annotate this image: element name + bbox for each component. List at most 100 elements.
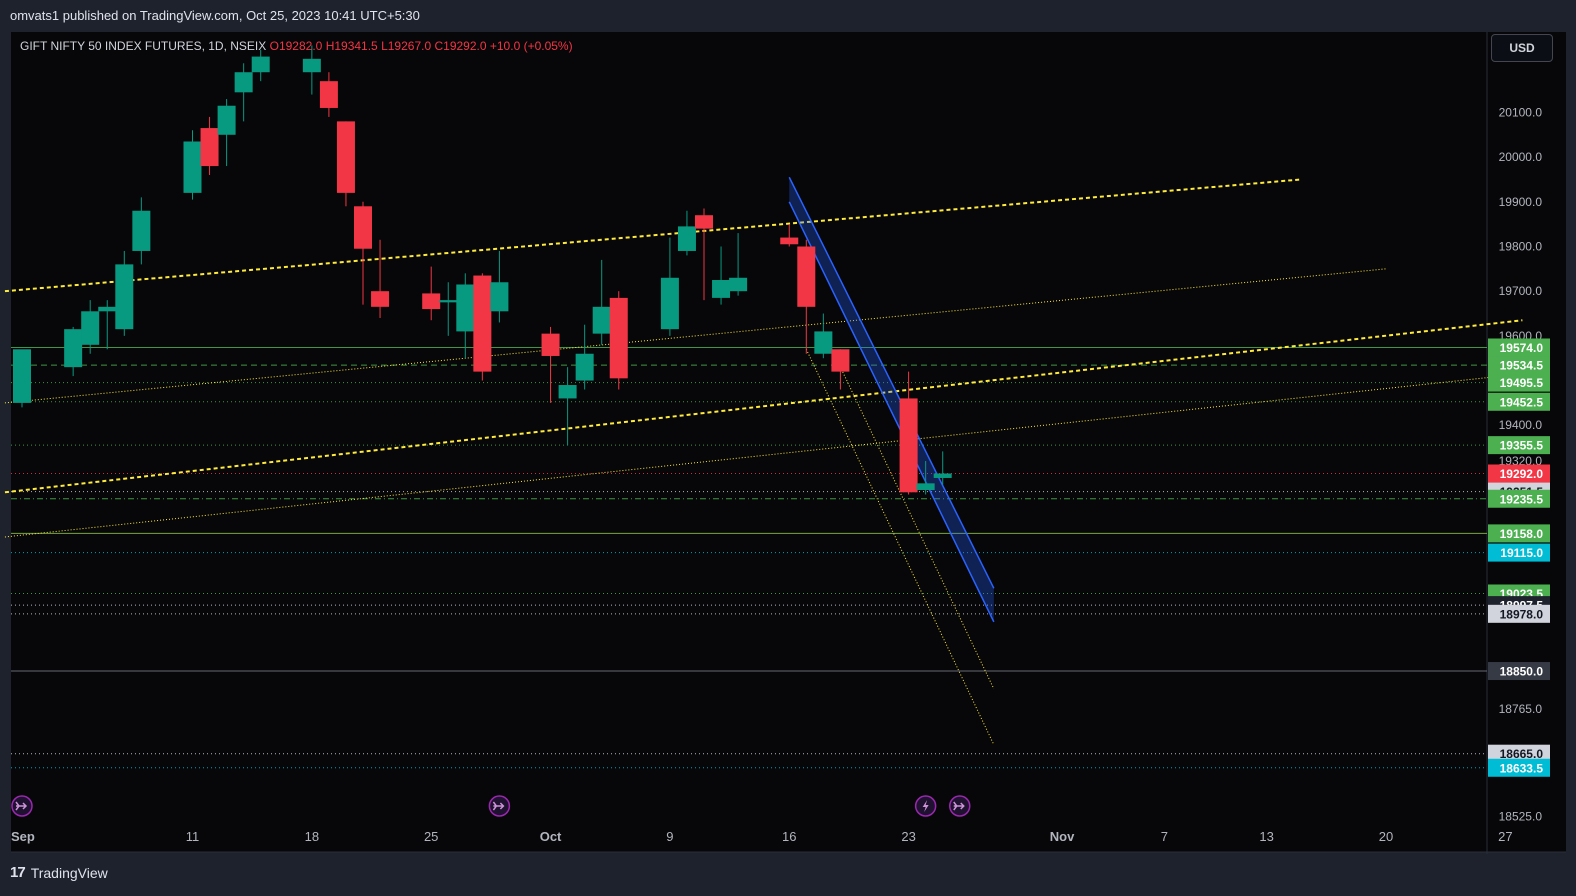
level-label-text: 19574.0 (1500, 341, 1544, 355)
legend-symbol: GIFT NIFTY 50 INDEX FUTURES, 1D, NSEIX (20, 39, 267, 53)
candle-body (183, 141, 202, 193)
level-label: 19574.0 (1488, 338, 1550, 357)
candle-body (439, 300, 458, 303)
split-icon (488, 795, 511, 817)
legend: GIFT NIFTY 50 INDEX FUTURES, 1D, NSEIX O… (20, 39, 573, 53)
candle-body (780, 237, 799, 245)
candle-body (200, 128, 219, 167)
candle-body (592, 306, 611, 334)
candle-body (81, 311, 100, 345)
level-label-text: 19355.5 (1500, 439, 1544, 453)
candle-body (371, 291, 390, 307)
candle (609, 291, 628, 390)
price-tick-label: 18525.0 (1499, 809, 1543, 823)
candle-body (933, 473, 952, 478)
candle-body (916, 483, 935, 491)
candle-body (490, 282, 509, 312)
level-label-text: 18850.0 (1500, 665, 1544, 679)
legend-change: +10.0 (+0.05%) (489, 39, 573, 53)
price-chart[interactable]: 20100.020000.019900.019800.019700.019600… (0, 0, 1576, 896)
level-label-text: 19115.0 (1500, 546, 1543, 560)
candle-body (677, 226, 696, 251)
level-label-text: 19292.0 (1500, 467, 1544, 481)
level-label-text: 19495.5 (1500, 376, 1544, 390)
time-tick-label: 11 (186, 829, 200, 844)
candle-body (695, 215, 713, 229)
candle-body (217, 105, 236, 135)
tradingview-logo-icon: 17 (10, 864, 26, 881)
candle-body (899, 398, 918, 493)
time-tick-label: 13 (1259, 829, 1273, 844)
level-label: 19158.0 (1488, 524, 1550, 543)
candle-body (336, 121, 355, 193)
candle-body (660, 277, 679, 330)
candle-body (234, 72, 253, 93)
level-label: 19495.5 (1488, 373, 1550, 392)
price-tick-label: 18765.0 (1499, 702, 1543, 716)
plot-background (11, 32, 1487, 852)
time-tick-label: 27 (1498, 829, 1512, 844)
candle-body (13, 349, 31, 403)
candle-body (831, 349, 850, 372)
legend-low: L19267.0 (381, 39, 432, 53)
candle-body (456, 284, 475, 332)
time-tick-label: 20 (1379, 829, 1393, 844)
time-tick-label: Sep (11, 829, 35, 844)
candle-body (712, 280, 731, 298)
split-icon (949, 795, 971, 817)
level-label-text: 19158.0 (1500, 527, 1544, 541)
split-icon (11, 795, 33, 817)
candle-body (98, 306, 117, 312)
level-label-text: 18633.5 (1500, 761, 1544, 775)
level-label: 19355.5 (1488, 436, 1550, 455)
candle-body (64, 329, 83, 368)
legend-high: H19341.5 (325, 39, 378, 53)
candle-body (541, 333, 560, 356)
candle-body (473, 275, 492, 372)
level-label: 18633.5 (1488, 758, 1550, 777)
price-tick-label: 19900.0 (1499, 195, 1543, 209)
level-label-text: 18978.0 (1500, 607, 1544, 621)
legend-open: O19282.0 (269, 39, 323, 53)
candle-body (354, 206, 372, 249)
time-tick-label: Nov (1050, 829, 1075, 844)
time-tick-label: 18 (305, 829, 319, 844)
candle-body (609, 297, 628, 379)
level-label: 18850.0 (1488, 662, 1550, 681)
candle (13, 349, 31, 408)
level-label: 19115.0 (1488, 543, 1550, 562)
price-tick-label: 20100.0 (1499, 105, 1543, 119)
price-tick-label: 19700.0 (1499, 284, 1543, 298)
candle-body (115, 264, 134, 330)
tradingview-logo[interactable]: 17 TradingView (10, 864, 108, 881)
candle (473, 273, 492, 381)
lightning-icon (914, 795, 937, 817)
level-label: 19235.5 (1488, 489, 1550, 508)
candle-body (251, 56, 270, 73)
level-label-text: 19534.5 (1500, 359, 1544, 373)
legend-close: C19292.0 (434, 39, 487, 53)
time-tick-label: Oct (540, 829, 562, 844)
candle-body (302, 58, 321, 73)
candle-body (797, 246, 816, 307)
candle-body (132, 210, 151, 251)
price-tick-label: 19800.0 (1499, 239, 1543, 253)
tradingview-logo-text: TradingView (30, 864, 108, 881)
candle-body (319, 81, 338, 108)
level-label-text: 19452.5 (1500, 395, 1544, 409)
level-label: 19534.5 (1488, 356, 1550, 375)
time-tick-label: 16 (782, 829, 796, 844)
candle-body (814, 331, 833, 354)
candle-body (729, 277, 748, 292)
level-label: 19452.5 (1488, 392, 1550, 411)
level-label-text: 19235.5 (1500, 492, 1544, 506)
price-tick-label: 20000.0 (1499, 150, 1543, 164)
candle-body (558, 385, 577, 399)
currency-button[interactable]: USD (1491, 34, 1553, 62)
level-label: 18978.0 (1488, 604, 1550, 623)
footer (0, 854, 1576, 896)
price-tick-label: 19400.0 (1499, 418, 1543, 432)
time-tick-label: 23 (901, 829, 915, 844)
time-tick-label: 9 (666, 829, 673, 844)
candle-body (575, 353, 594, 381)
